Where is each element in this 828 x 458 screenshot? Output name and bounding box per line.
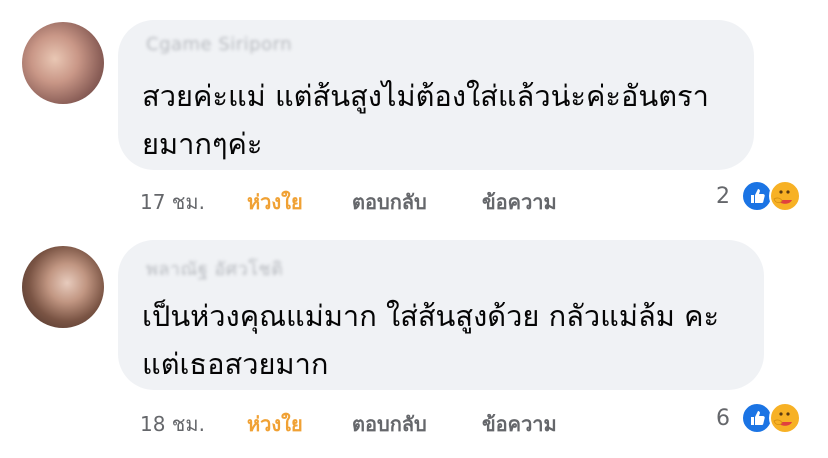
reply-button[interactable]: ตอบกลับ [352, 408, 427, 440]
message-button[interactable]: ข้อความ [482, 186, 557, 218]
comment-bubble: Cgame Siriporn สวยค่ะแม่ แต่ส้นสูงไม่ต้อ… [118, 20, 754, 170]
comment-text-line: เป็นห่วงคุณแม่มาก ใส่ส้นสูงด้วย กลัวแม่ล… [142, 299, 720, 333]
reply-button[interactable]: ตอบกลับ [352, 186, 427, 218]
care-icon [769, 402, 801, 434]
comment-timestamp[interactable]: 18 ชม. [140, 408, 205, 440]
comment-text-line: ยมากๆค่ะ [142, 127, 263, 161]
commenter-avatar[interactable] [22, 22, 104, 104]
message-button[interactable]: ข้อความ [482, 408, 557, 440]
reaction-icons[interactable] [741, 180, 805, 214]
comment-bubble: พลาณัฐ อัศวโชติ เป็นห่วงคุณแม่มาก ใส่ส้น… [118, 240, 764, 390]
comment-author-name[interactable]: Cgame Siriporn [146, 34, 292, 55]
reaction-icons[interactable] [741, 402, 805, 436]
comment-text-line: แต่เธอสวยมาก [142, 347, 329, 381]
comment-author-name[interactable]: พลาณัฐ อัศวโชติ [146, 254, 283, 283]
comment-text: สวยค่ะแม่ แต่ส้นสูงไม่ต้องใส่แล้วน่ะค่ะอ… [142, 72, 734, 168]
reaction-count[interactable]: 2 [716, 184, 730, 209]
comment-text-line: สวยค่ะแม่ แต่ส้นสูงไม่ต้องใส่แล้วน่ะค่ะอ… [142, 79, 709, 113]
react-button[interactable]: ห่วงใย [247, 408, 303, 440]
commenter-avatar[interactable] [22, 246, 104, 328]
react-button[interactable]: ห่วงใย [247, 186, 303, 218]
comment-text: เป็นห่วงคุณแม่มาก ใส่ส้นสูงด้วย กลัวแม่ล… [142, 292, 744, 388]
reaction-count[interactable]: 6 [716, 406, 730, 431]
care-icon [769, 180, 801, 212]
comment-timestamp[interactable]: 17 ชม. [140, 186, 205, 218]
